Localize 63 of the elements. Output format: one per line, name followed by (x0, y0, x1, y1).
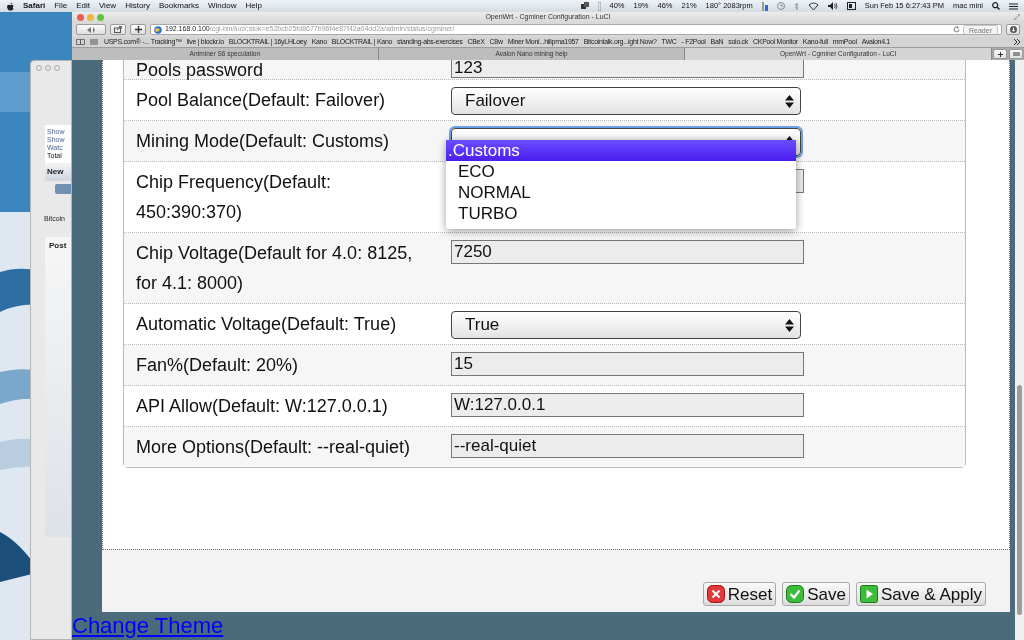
speaker-icon[interactable] (827, 2, 838, 10)
more-icon[interactable] (1014, 39, 1020, 45)
field-label: Fan%(Default: 20%) (135, 354, 300, 377)
field-label: Pools password (135, 60, 265, 79)
menu-item[interactable]: File (54, 0, 68, 12)
field-label: Chip Frequency(Default: 450:390:370) (135, 171, 333, 224)
select-field[interactable]: Failover (451, 87, 801, 115)
reset-button[interactable]: Reset (702, 582, 777, 606)
text-field[interactable]: W:127.0.0.1 (451, 393, 804, 417)
menu-item[interactable]: Help (245, 0, 262, 12)
back-icon (86, 26, 96, 33)
play-icon (859, 585, 878, 603)
menu-item[interactable]: View (98, 0, 117, 12)
battery-icon[interactable] (761, 1, 768, 11)
globe-icon (154, 25, 162, 34)
scrollbar[interactable] (1015, 60, 1024, 640)
save-button[interactable]: Save (782, 582, 850, 606)
field-label: Automatic Voltage(Default: True) (135, 313, 398, 336)
field-label: API Allow(Default: W:127.0.0.1) (135, 395, 389, 418)
field-label: Chip Voltage(Default for 4.0: 8125, for 4.1: 8000) (135, 242, 414, 295)
share-icon (114, 26, 122, 33)
tab-button-icon (55, 184, 71, 194)
download-icon (1009, 26, 1017, 33)
reload-icon[interactable] (953, 26, 961, 33)
clock-icon[interactable] (776, 2, 785, 10)
reset-icon (706, 585, 725, 603)
field-label: Pool Balance(Default: Failover) (135, 89, 387, 112)
dropdown-option[interactable]: NORMAL (446, 182, 796, 203)
back-forward-button[interactable] (76, 24, 106, 35)
new-tab-button[interactable] (993, 49, 1007, 59)
field-label: More Options(Default: --real-quiet) (135, 436, 412, 459)
section-header: New (45, 163, 71, 181)
apply-button[interactable]: Save & Apply (855, 582, 986, 606)
menu-item[interactable]: Safari (23, 0, 46, 12)
text-field[interactable]: 15 (451, 352, 804, 376)
text-field[interactable]: 7250 (451, 240, 804, 264)
field-label: Mining Mode(Default: Customs) (135, 130, 391, 153)
tabs-icon (1012, 52, 1020, 56)
share-button[interactable] (110, 24, 126, 35)
apple-menu-icon[interactable] (6, 1, 14, 11)
dropdown-option[interactable]: TURBO (446, 203, 796, 224)
text-field[interactable]: 123 (451, 60, 804, 78)
menu-item[interactable]: Bookmarks (159, 0, 200, 12)
fullscreen-icon[interactable] (1014, 14, 1020, 20)
plus-icon (997, 51, 1003, 57)
dropdown-option[interactable]: ECO (446, 161, 796, 182)
text-field[interactable]: --real-quiet (451, 434, 804, 458)
dropdown-option[interactable]: .Customs (446, 140, 796, 161)
menu-item[interactable]: Window (208, 0, 237, 12)
windows-icon[interactable] (580, 2, 589, 10)
menu-item[interactable]: Edit (76, 0, 90, 12)
menu-item[interactable]: History (125, 0, 150, 12)
plus-icon (134, 26, 142, 33)
select-field[interactable]: True (451, 311, 801, 339)
book-icon[interactable] (76, 39, 85, 45)
checkmark-icon (786, 585, 805, 603)
display-icon[interactable] (846, 2, 856, 10)
table-header: Post (45, 236, 71, 537)
downloads-button[interactable] (1006, 24, 1020, 35)
search-icon[interactable] (992, 2, 1000, 10)
menu-icon[interactable] (1009, 2, 1018, 10)
wifi-icon[interactable] (807, 2, 819, 10)
new-tab-button[interactable] (130, 24, 146, 35)
